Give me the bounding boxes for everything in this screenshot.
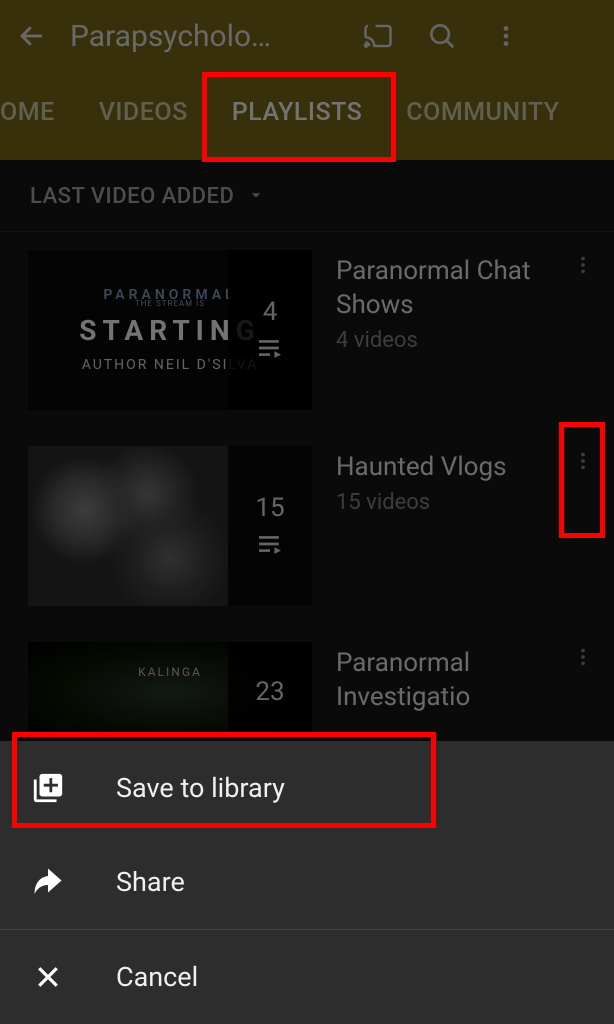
playlist-info: Paranormal Chat Shows 4 videos	[336, 250, 548, 353]
playlist-thumbnail: KALINGA 23	[28, 642, 312, 734]
more-vert-icon[interactable]	[488, 18, 524, 54]
playlist-list: PARANORMAL THE STREAM IS STARTING AUTHOR…	[0, 232, 614, 734]
playlist-more-icon[interactable]	[572, 446, 598, 476]
playlist-info: Paranormal Investigatio	[336, 642, 548, 714]
thumb-count-overlay: 23	[228, 642, 312, 734]
channel-title: Parapsycholo…	[70, 19, 360, 54]
playlist-subtitle: 15 videos	[336, 490, 548, 515]
cast-icon[interactable]	[360, 18, 396, 54]
playlist-thumbnail: 15	[28, 446, 312, 606]
thumb-text: KALINGA	[138, 665, 202, 679]
tab-playlists[interactable]: PLAYLISTS	[210, 78, 385, 147]
share-icon	[28, 862, 68, 902]
playlist-title: Haunted Vlogs	[336, 450, 548, 484]
bottom-sheet: Save to library Share Cancel	[0, 741, 614, 1024]
playlist-icon	[255, 337, 285, 363]
tab-videos[interactable]: VIDEOS	[77, 78, 210, 147]
tab-community[interactable]: COMMUNITY	[384, 78, 581, 147]
sheet-share[interactable]: Share	[0, 835, 614, 929]
playlist-item[interactable]: KALINGA 23 Paranormal Investigatio	[0, 624, 614, 734]
sheet-cancel[interactable]: Cancel	[0, 930, 614, 1024]
header-top-row: Parapsycholo…	[0, 0, 614, 72]
playlist-subtitle: 4 videos	[336, 328, 548, 353]
sort-label: LAST VIDEO ADDED	[30, 184, 234, 209]
playlist-more-icon[interactable]	[572, 642, 598, 672]
playlist-count: 15	[255, 493, 284, 523]
search-icon[interactable]	[424, 18, 460, 54]
playlist-icon	[255, 533, 285, 559]
playlist-title: Paranormal Chat Shows	[336, 254, 548, 322]
thumb-count-overlay: 15	[228, 446, 312, 606]
back-arrow-icon[interactable]	[12, 16, 52, 56]
playlist-thumbnail: PARANORMAL THE STREAM IS STARTING AUTHOR…	[28, 250, 312, 410]
playlist-count: 4	[263, 297, 278, 327]
thumb-text: THE STREAM IS	[135, 299, 205, 308]
sheet-label: Share	[116, 866, 185, 898]
playlist-info: Haunted Vlogs 15 videos	[336, 446, 548, 515]
playlist-item[interactable]: PARANORMAL THE STREAM IS STARTING AUTHOR…	[0, 232, 614, 428]
library-add-icon	[28, 768, 68, 808]
playlist-title: Paranormal Investigatio	[336, 646, 548, 714]
sheet-label: Cancel	[116, 961, 198, 993]
sheet-label: Save to library	[116, 772, 285, 804]
playlist-item[interactable]: 15 Haunted Vlogs 15 videos	[0, 428, 614, 624]
sort-dropdown[interactable]: LAST VIDEO ADDED	[0, 160, 614, 231]
app-header: Parapsycholo…	[0, 0, 614, 160]
tab-home[interactable]: OME	[0, 78, 77, 147]
header-actions	[360, 18, 524, 54]
channel-tabs: OME VIDEOS PLAYLISTS COMMUNITY	[0, 72, 614, 152]
chevron-down-icon	[246, 185, 266, 209]
sheet-save-to-library[interactable]: Save to library	[0, 741, 614, 835]
playlist-count: 23	[255, 677, 284, 707]
thumb-count-overlay: 4	[228, 250, 312, 410]
close-icon	[28, 957, 68, 997]
playlist-more-icon[interactable]	[572, 250, 598, 280]
